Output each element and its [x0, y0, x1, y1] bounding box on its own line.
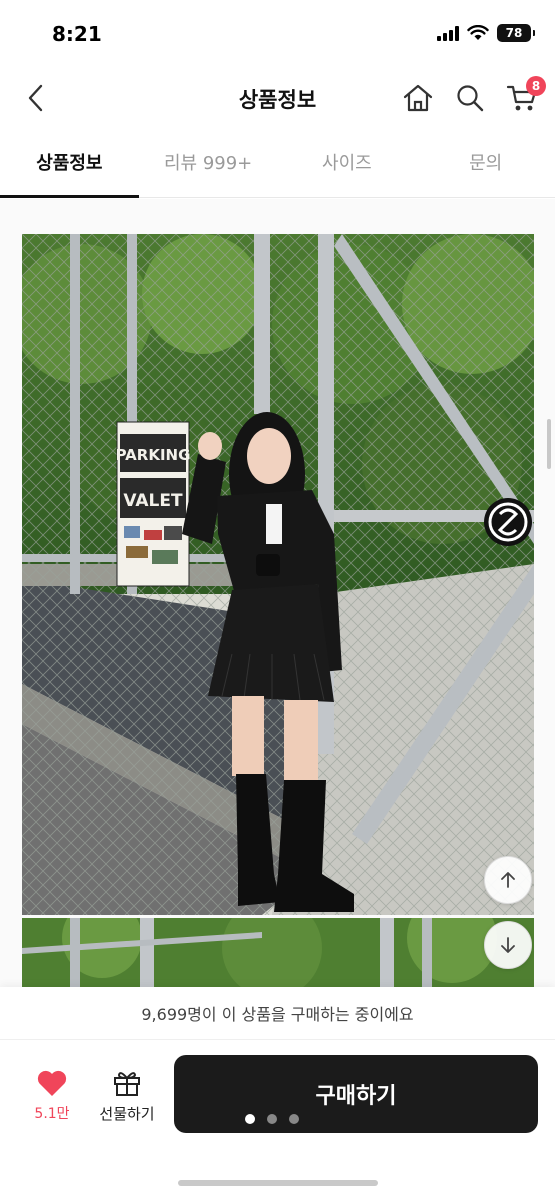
wifi-icon [467, 25, 489, 40]
divider [0, 1039, 555, 1040]
sign-text-line1: PARKING [116, 446, 191, 464]
purchase-notice: 9,699명이 이 상품을 구매하는 중이에요 [141, 1005, 414, 1024]
product-photo-next [22, 918, 534, 989]
search-button[interactable] [452, 80, 488, 116]
carousel-dot[interactable] [289, 1114, 299, 1124]
home-icon [403, 84, 433, 112]
search-icon [457, 85, 484, 112]
tab-bar: 상품정보 리뷰 999+ 사이즈 문의 [0, 134, 555, 198]
cart-count-badge: 8 [526, 76, 546, 96]
product-photo: PARKING VALET [22, 234, 534, 915]
sign-text-line2: VALET [123, 491, 183, 511]
gift-icon [114, 1072, 140, 1096]
scroll-down-button[interactable] [484, 921, 532, 969]
heart-icon [37, 1070, 67, 1096]
battery-icon: 78 [497, 24, 535, 42]
gift-button[interactable]: 선물하기 [92, 1069, 162, 1129]
cellular-signal-icon [437, 25, 459, 41]
carousel-dots [245, 1114, 299, 1124]
status-bar: 8:21 78 [0, 0, 555, 66]
cart-button[interactable]: 8 [504, 76, 546, 116]
home-indicator[interactable] [178, 1180, 378, 1186]
scroll-indicator[interactable] [547, 419, 551, 469]
tab-size[interactable]: 사이즈 [278, 134, 417, 197]
like-button[interactable]: 5.1만 [22, 1069, 82, 1129]
bottom-purchase-bar: 9,699명이 이 상품을 구매하는 중이에요 5.1만 선물하기 구매하기 [0, 987, 555, 1200]
gift-label: 선물하기 [99, 1105, 155, 1123]
carousel-dot[interactable] [245, 1114, 255, 1124]
status-icons: 78 [437, 24, 535, 42]
carousel-dot[interactable] [267, 1114, 277, 1124]
tab-reviews[interactable]: 리뷰 999+ [139, 134, 278, 197]
product-detail-content[interactable]: PARKING VALET [0, 199, 555, 989]
arrow-down-icon [501, 937, 515, 953]
scroll-up-button[interactable] [484, 856, 532, 904]
tab-product-info[interactable]: 상품정보 [0, 134, 139, 198]
buy-button[interactable]: 구매하기 [174, 1055, 538, 1133]
header: 상품정보 8 [0, 66, 555, 132]
arrow-up-icon [501, 872, 515, 888]
home-button[interactable] [400, 80, 436, 116]
tab-inquiry[interactable]: 문의 [416, 134, 555, 197]
like-count: 5.1만 [34, 1106, 70, 1122]
status-time: 8:21 [52, 22, 102, 46]
